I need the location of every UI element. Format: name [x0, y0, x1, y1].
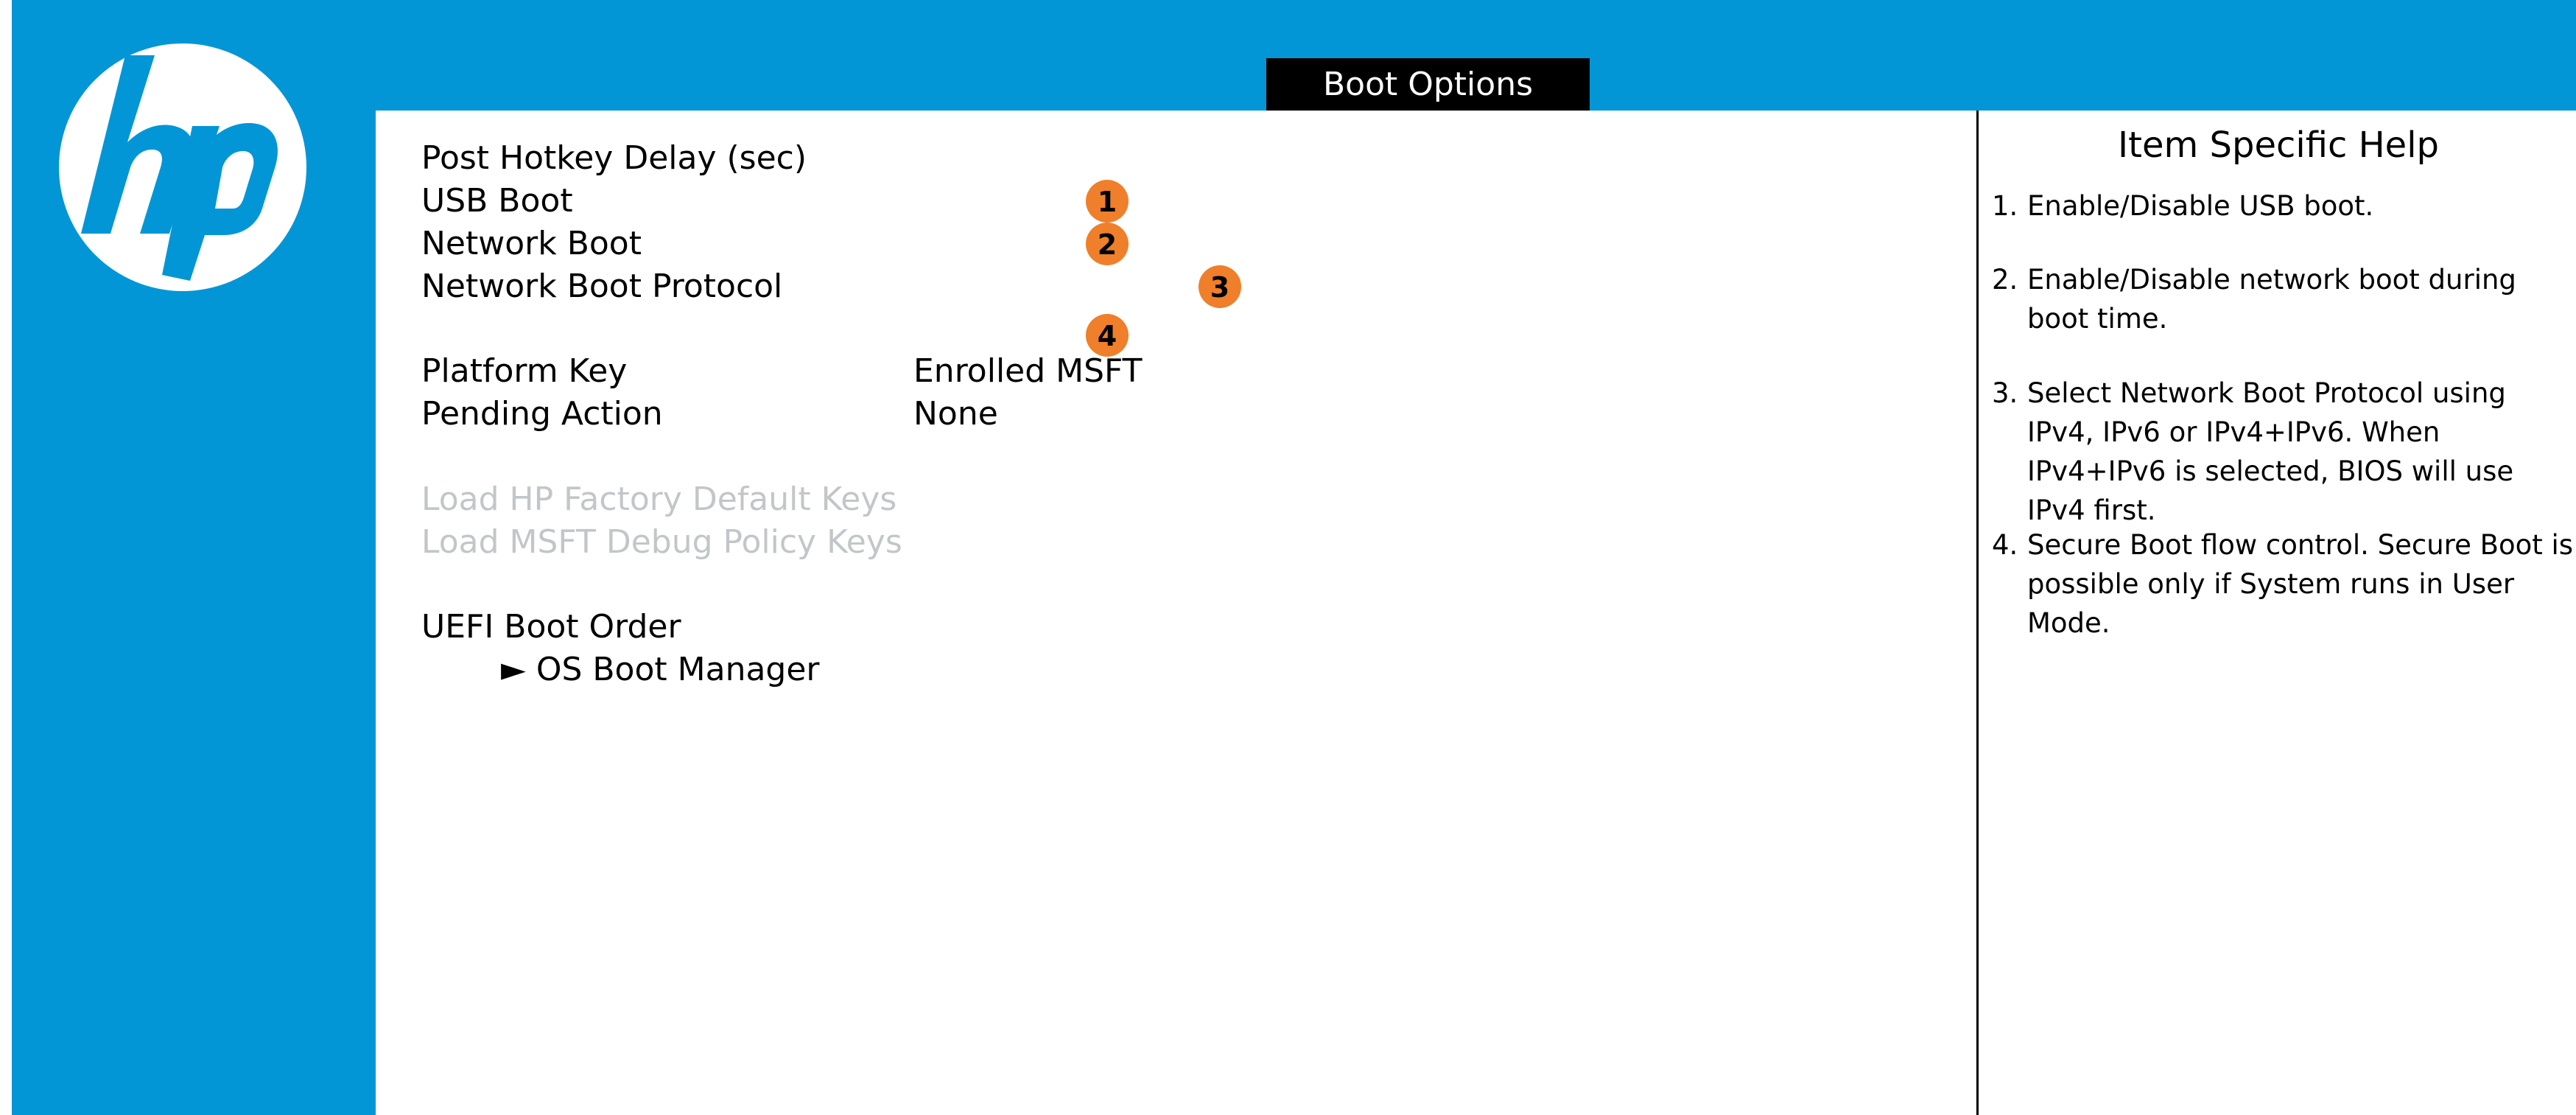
help-item-number: 1. [1992, 190, 2018, 222]
network-boot-label[interactable]: Network Boot [421, 225, 642, 263]
network-boot-protocol-label[interactable]: Network Boot Protocol [421, 268, 782, 306]
help-item-number: 2. [1992, 264, 2018, 296]
item-specific-help-panel: Item Specific Help 1. Enable/Disable USB… [1976, 111, 2576, 1115]
help-item-3: 3. Select Network Boot Protocol using IP… [1992, 374, 2574, 530]
post-hotkey-delay-label[interactable]: Post Hotkey Delay (sec) [421, 139, 807, 178]
load-msft-debug-keys-button: Load MSFT Debug Policy Keys [421, 523, 902, 561]
settings-panel: Post Hotkey Delay (sec) USB Boot Network… [376, 111, 1976, 1115]
help-item-number: 4. [1992, 529, 2018, 561]
callout-badge-3: 3 [1198, 265, 1241, 308]
help-title: Item Specific Help [2117, 125, 2440, 166]
callout-badge-1: 1 [1086, 180, 1129, 223]
help-item-text: Enable/Disable network boot during boot … [2027, 264, 2516, 335]
help-item-text: Enable/Disable USB boot. [2027, 190, 2374, 222]
help-item-2: 2. Enable/Disable network boot during bo… [1992, 260, 2574, 338]
hp-logo [59, 43, 306, 291]
callout-badge-2: 2 [1086, 223, 1129, 265]
uefi-boot-order-label: UEFI Boot Order [421, 608, 681, 646]
load-hp-factory-keys-button: Load HP Factory Default Keys [421, 480, 897, 518]
help-item-text: Select Network Boot Protocol using IPv4,… [2027, 377, 2514, 526]
usb-boot-label[interactable]: USB Boot [421, 182, 573, 220]
help-item-text: Secure Boot flow control. Secure Boot is… [2027, 529, 2574, 639]
help-item-1: 1. Enable/Disable USB boot. [1992, 186, 2574, 226]
pending-action-value: None [913, 395, 998, 433]
help-item-4: 4. Secure Boot flow control. Secure Boot… [1992, 525, 2574, 643]
bios-window: Boot Options Post Hotkey Delay (sec) USB… [12, 0, 2576, 1115]
help-item-number: 3. [1992, 377, 2018, 409]
platform-key-value: Enrolled MSFT [913, 352, 1143, 390]
os-boot-manager-item[interactable]: ► OS Boot Manager [501, 651, 820, 689]
tab-boot-options[interactable]: Boot Options [1266, 58, 1590, 111]
callout-badge-4: 4 [1086, 314, 1129, 357]
pending-action-label: Pending Action [421, 395, 663, 433]
platform-key-label: Platform Key [421, 352, 628, 390]
